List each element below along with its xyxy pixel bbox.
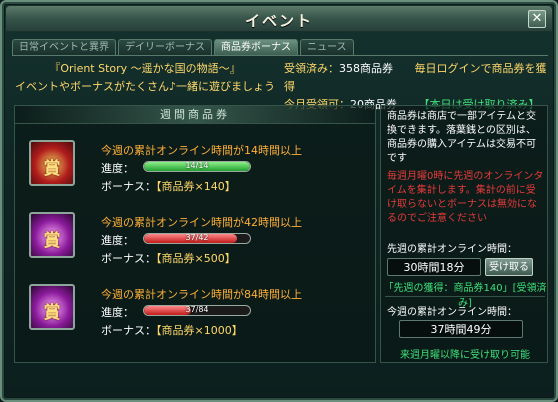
gift-bag-purple-icon[interactable]: 賞 [29, 212, 75, 258]
event-banner: 『Orient Story ～遥かな国の物語～』 イベントやボーナスがたくさん♪… [14, 60, 276, 100]
receive-button[interactable]: 受け取る [485, 258, 533, 276]
event-window: イベント ✕ 日常イベントと異界 デイリーボーナス 商品券ボーナス ニュース 『… [0, 0, 558, 402]
tab-daily-bonus[interactable]: デイリーボーナス [118, 39, 212, 55]
tab-bar: 日常イベントと異界 デイリーボーナス 商品券ボーナス ニュース [12, 39, 356, 55]
reward-bonus: ボーナス：【商品券×1000】 [101, 322, 243, 338]
reward-bonus: ボーナス：【商品券×500】 [101, 250, 236, 266]
received-value: 358商品券 [339, 62, 393, 75]
last-week-label: 先週の累計オンライン時間： [387, 244, 517, 255]
tab-daily-events[interactable]: 日常イベントと異界 [12, 39, 116, 55]
gift-bags-purple-icon[interactable]: 賞 [29, 284, 75, 330]
reward-kanji: 賞 [43, 159, 61, 179]
progress-label: 進度： [101, 162, 134, 175]
this-week-time: 37時間49分 [399, 320, 523, 338]
bonus-label: ボーナス： [101, 180, 156, 193]
reward-title: 今週の累計オンライン時間が14時間以上 [101, 144, 302, 157]
bonus-label: ボーナス： [101, 252, 156, 265]
weekly-header: 週間商品券 [15, 106, 375, 124]
banner-line-2: イベントやボーナスがたくさん♪一緒に遊びましょう [14, 80, 276, 93]
this-week-label: 今週の累計オンライン時間： [387, 307, 517, 318]
progress-text: 37/84 [185, 305, 209, 314]
progress-bar: 14/14 [143, 161, 251, 172]
reward-title: 今週の累計オンライン時間が84時間以上 [101, 288, 302, 301]
tab-news[interactable]: ニュース [300, 39, 354, 55]
window-title: イベント [244, 12, 313, 30]
next-claim-note: 来週月曜以降に受け取り可能 [400, 350, 530, 361]
reward-row: 賞 今週の累計オンライン時間が14時間以上 進度： 14/14 ボーナス：【商品… [15, 134, 377, 206]
reward-kanji: 賞 [43, 231, 61, 251]
reward-kanji: 賞 [43, 303, 61, 323]
reward-title: 今週の累計オンライン時間が42時間以上 [101, 216, 302, 229]
bonus-label: ボーナス： [101, 324, 156, 337]
bonus-value: 【商品券×500】 [156, 252, 236, 265]
tab-divider [12, 55, 548, 56]
bonus-value: 【商品券×140】 [156, 180, 236, 193]
progress-bar: 37/42 [143, 233, 251, 244]
divider [385, 296, 545, 297]
voucher-info: 商品券は商店で一部アイテムと交換できます。落葉銭との区別は、商品券の購入アイテム… [387, 111, 536, 164]
received-row: 受領済み：358商品券 毎日ログインで商品券を獲得 [284, 60, 548, 96]
reward-row: 賞 今週の累計オンライン時間が84時間以上 進度： 37/84 ボーナス：【商品… [15, 278, 377, 350]
weekly-warning: 毎週月曜0時に先週のオンラインタイムを集計します。集計の前に受け取らないとボーナ… [387, 171, 544, 224]
title-bar[interactable]: イベント ✕ [6, 6, 552, 32]
received-label: 受領済み： [284, 62, 339, 75]
gift-bag-red-icon[interactable]: 賞 [29, 140, 75, 186]
last-week-time: 30時間18分 [387, 258, 481, 276]
tab-voucher-bonus[interactable]: 商品券ボーナス [214, 39, 298, 55]
reward-bonus: ボーナス：【商品券×140】 [101, 178, 236, 194]
close-button[interactable]: ✕ [528, 10, 546, 28]
progress-text: 37/42 [185, 233, 209, 242]
voucher-summary: 受領済み：358商品券 毎日ログインで商品券を獲得 今月受領可：20商品券 【本… [284, 60, 548, 111]
progress-bar: 37/84 [143, 305, 251, 316]
progress-label: 進度： [101, 234, 134, 247]
reward-row: 賞 今週の累計オンライン時間が42時間以上 進度： 37/42 ボーナス：【商品… [15, 206, 377, 278]
info-panel: 商品券は商店で一部アイテムと交換できます。落葉銭との区別は、商品券の購入アイテム… [380, 105, 548, 363]
progress-label: 進度： [101, 306, 134, 319]
progress-text: 14/14 [185, 161, 209, 170]
banner-line-1: 『Orient Story ～遥かな国の物語～』 [49, 62, 241, 75]
weekly-voucher-panel: 週間商品券 賞 今週の累計オンライン時間が14時間以上 進度： 14/14 ボー… [14, 105, 376, 363]
bonus-value: 【商品券×1000】 [156, 324, 243, 337]
